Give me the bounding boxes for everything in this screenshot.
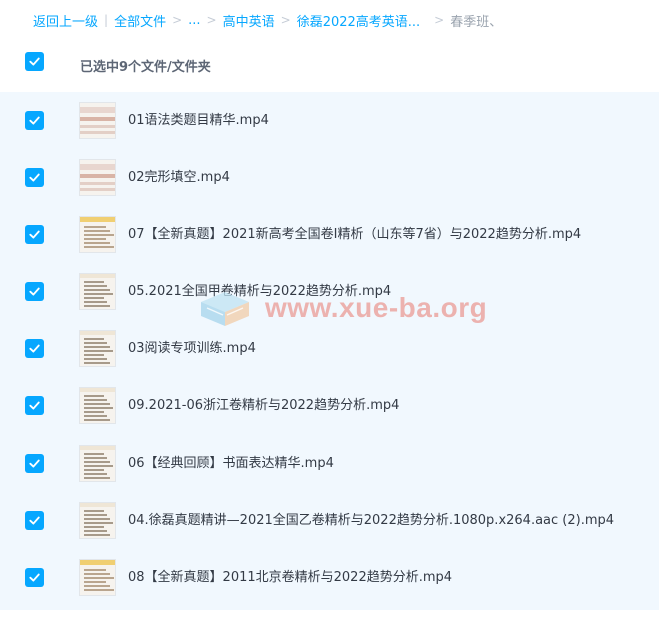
check-icon: [29, 573, 40, 582]
file-row[interactable]: 09.2021-06浙江卷精析与2022趋势分析.mp4: [0, 377, 659, 434]
file-list: 01语法类题目精华.mp4 02完形填空.mp4 07【全新真题】2021新高考全国…: [0, 92, 659, 610]
check-icon: [29, 287, 40, 296]
video-thumbnail[interactable]: [79, 559, 116, 596]
select-all-checkbox[interactable]: [25, 52, 44, 71]
video-thumbnail[interactable]: [79, 102, 116, 139]
file-name[interactable]: 01语法类题目精华.mp4: [128, 111, 269, 130]
video-thumbnail[interactable]: [79, 273, 116, 310]
file-row[interactable]: 06【经典回顾】书面表达精华.mp4: [0, 435, 659, 492]
breadcrumb-divider: |: [104, 13, 109, 27]
file-row[interactable]: 04.徐磊真题精讲—2021全国乙卷精析与2022趋势分析.1080p.x264…: [0, 492, 659, 549]
file-row[interactable]: 05.2021全国甲卷精析与2022趋势分析.mp4: [0, 263, 659, 320]
file-row[interactable]: 07【全新真题】2021新高考全国卷I精析（山东等7省）与2022趋势分析.mp…: [0, 206, 659, 263]
video-thumbnail[interactable]: [79, 502, 116, 539]
selection-count: 已选中9个文件/文件夹: [80, 60, 211, 75]
breadcrumb-folder-gaozhong[interactable]: 高中英语: [223, 11, 275, 30]
file-name[interactable]: 08【全新真题】2011北京卷精析与2022趋势分析.mp4: [128, 568, 452, 587]
check-icon: [29, 173, 40, 182]
file-name[interactable]: 04.徐磊真题精讲—2021全国乙卷精析与2022趋势分析.1080p.x264…: [128, 511, 614, 530]
back-link[interactable]: 返回上一级: [33, 11, 98, 30]
file-row[interactable]: 08【全新真题】2011北京卷精析与2022趋势分析.mp4: [0, 549, 659, 606]
check-icon: [29, 344, 40, 353]
file-row[interactable]: 01语法类题目精华.mp4: [0, 92, 659, 149]
file-name[interactable]: 02完形填空.mp4: [128, 168, 230, 187]
check-icon: [29, 230, 40, 239]
file-row[interactable]: 02完形填空.mp4: [0, 149, 659, 206]
chevron-right-icon: >: [280, 13, 291, 27]
breadcrumb-folder-xulei[interactable]: 徐磊2022高考英语...: [297, 11, 420, 30]
breadcrumb-all-files[interactable]: 全部文件: [114, 11, 166, 30]
chevron-right-icon: >: [434, 13, 445, 27]
file-checkbox[interactable]: [25, 225, 44, 244]
file-checkbox[interactable]: [25, 511, 44, 530]
check-icon: [29, 57, 40, 66]
file-name[interactable]: 09.2021-06浙江卷精析与2022趋势分析.mp4: [128, 396, 399, 415]
video-thumbnail[interactable]: [79, 387, 116, 424]
chevron-right-icon: >: [206, 13, 217, 27]
file-checkbox[interactable]: [25, 454, 44, 473]
breadcrumb: 返回上一级 | 全部文件 > ... > 高中英语 > 徐磊2022高考英语..…: [0, 0, 659, 40]
file-name[interactable]: 03阅读专项训练.mp4: [128, 339, 256, 358]
file-name[interactable]: 07【全新真题】2021新高考全国卷I精析（山东等7省）与2022趋势分析.mp…: [128, 225, 581, 244]
chevron-right-icon: >: [172, 13, 183, 27]
video-thumbnail[interactable]: [79, 159, 116, 196]
check-icon: [29, 116, 40, 125]
check-icon: [29, 401, 40, 410]
video-thumbnail[interactable]: [79, 330, 116, 367]
file-name[interactable]: 06【经典回顾】书面表达精华.mp4: [128, 454, 334, 473]
file-checkbox[interactable]: [25, 568, 44, 587]
file-checkbox[interactable]: [25, 282, 44, 301]
video-thumbnail[interactable]: [79, 445, 116, 482]
file-checkbox[interactable]: [25, 111, 44, 130]
file-checkbox[interactable]: [25, 396, 44, 415]
file-name[interactable]: 05.2021全国甲卷精析与2022趋势分析.mp4: [128, 282, 391, 301]
file-row[interactable]: 03阅读专项训练.mp4: [0, 320, 659, 377]
breadcrumb-ellipsis[interactable]: ...: [188, 13, 200, 28]
file-checkbox[interactable]: [25, 168, 44, 187]
check-icon: [29, 459, 40, 468]
check-icon: [29, 516, 40, 525]
file-checkbox[interactable]: [25, 339, 44, 358]
breadcrumb-current: 春季班、: [450, 14, 503, 30]
video-thumbnail[interactable]: [79, 216, 116, 253]
